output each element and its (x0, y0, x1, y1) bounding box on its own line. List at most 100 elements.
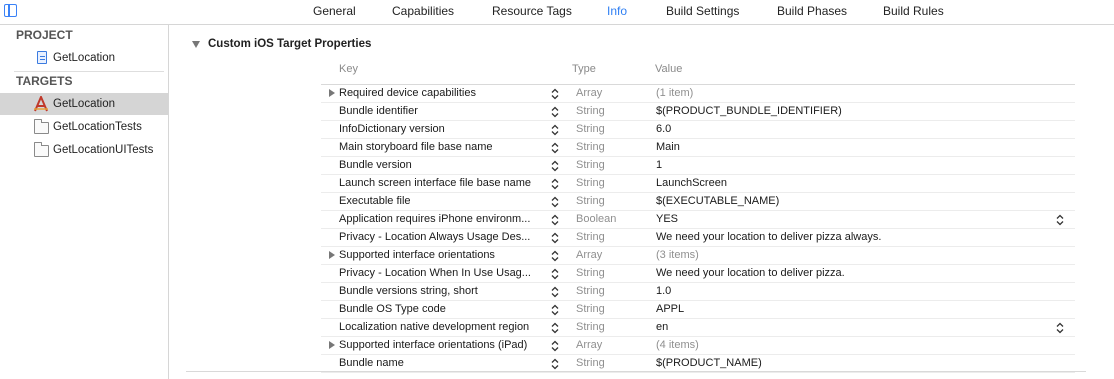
plist-row[interactable]: Required device capabilities Array (1 item… (321, 85, 1075, 103)
tab-build-rules[interactable]: Build Rules (883, 4, 944, 18)
plist-value[interactable]: 6.0 (656, 123, 671, 135)
plist-value[interactable]: $(EXECUTABLE_NAME) (656, 195, 779, 207)
plist-key[interactable]: Bundle version (339, 159, 549, 171)
key-popup-chevron-icon[interactable] (551, 178, 559, 190)
plist-value[interactable]: We need your location to deliver pizza a… (656, 231, 881, 243)
plist-key[interactable]: Application requires iPhone environm... (339, 213, 549, 225)
tab-general[interactable]: General (313, 4, 356, 18)
key-popup-chevron-icon[interactable] (551, 268, 559, 280)
tab-build-phases[interactable]: Build Phases (777, 4, 847, 18)
tab-build-settings[interactable]: Build Settings (666, 4, 739, 18)
plist-value[interactable]: YES (656, 213, 678, 225)
key-popup-chevron-icon[interactable] (551, 106, 559, 118)
plist-type[interactable]: Array (576, 339, 602, 351)
plist-key[interactable]: Bundle OS Type code (339, 303, 549, 315)
plist-row[interactable]: InfoDictionary version String 6.0 (321, 121, 1075, 139)
plist-row[interactable]: Bundle identifier String $(PRODUCT_BUNDLE_… (321, 103, 1075, 121)
plist-type[interactable]: String (576, 105, 605, 117)
plist-row[interactable]: Main storyboard file base name String Main (321, 139, 1075, 157)
plist-type[interactable]: String (576, 195, 605, 207)
tab-resource-tags[interactable]: Resource Tags (492, 4, 572, 18)
plist-value[interactable]: 1.0 (656, 285, 671, 297)
plist-key[interactable]: Supported interface orientations (339, 249, 549, 261)
sidebar-item-target-getlocationuitests[interactable]: GetLocationUITests (0, 139, 168, 161)
plist-row[interactable]: Supported interface orientations (iPad) A… (321, 337, 1075, 355)
plist-type[interactable]: String (576, 159, 605, 171)
plist-value[interactable]: We need your location to deliver pizza. (656, 267, 845, 279)
sidebar-item-project-getlocation[interactable]: GetLocation (0, 47, 168, 69)
plist-value[interactable]: (1 item) (656, 87, 693, 99)
plist-value[interactable]: LaunchScreen (656, 177, 727, 189)
sidebar-item-target-getlocationtests[interactable]: GetLocationTests (0, 116, 168, 138)
plist-row[interactable]: Executable file String $(EXECUTABLE_NAME) (321, 193, 1075, 211)
plist-key[interactable]: Bundle name (339, 357, 549, 369)
value-popup-chevron-icon[interactable] (1056, 322, 1064, 334)
plist-key[interactable]: Bundle versions string, short (339, 285, 549, 297)
disclosure-triangle-icon[interactable] (329, 251, 335, 259)
plist-type[interactable]: String (576, 321, 605, 333)
plist-row[interactable]: Bundle versions string, short String 1.0 (321, 283, 1075, 301)
plist-type[interactable]: String (576, 177, 605, 189)
tab-capabilities[interactable]: Capabilities (392, 4, 454, 18)
key-popup-chevron-icon[interactable] (551, 160, 559, 172)
key-popup-chevron-icon[interactable] (551, 124, 559, 136)
key-popup-chevron-icon[interactable] (551, 196, 559, 208)
key-popup-chevron-icon[interactable] (551, 304, 559, 316)
key-popup-chevron-icon[interactable] (551, 358, 559, 370)
plist-value[interactable]: APPL (656, 303, 684, 315)
plist-value[interactable]: Main (656, 141, 680, 153)
plist-type[interactable]: String (576, 285, 605, 297)
plist-key[interactable]: Privacy - Location When In Use Usag... (339, 267, 549, 279)
plist-type[interactable]: Array (576, 87, 602, 99)
plist-value[interactable]: (3 items) (656, 249, 699, 261)
plist-value[interactable]: $(PRODUCT_BUNDLE_IDENTIFIER) (656, 105, 842, 117)
key-popup-chevron-icon[interactable] (551, 142, 559, 154)
plist-row[interactable]: Privacy - Location Always Usage Des... St… (321, 229, 1075, 247)
disclosure-triangle-icon[interactable] (329, 341, 335, 349)
plist-row[interactable]: Application requires iPhone environm... B… (321, 211, 1075, 229)
plist-key[interactable]: Executable file (339, 195, 549, 207)
key-popup-chevron-icon[interactable] (551, 340, 559, 352)
plist-type[interactable]: String (576, 303, 605, 315)
plist-value[interactable]: (4 items) (656, 339, 699, 351)
plist-key[interactable]: Main storyboard file base name (339, 141, 549, 153)
plist-type[interactable]: Array (576, 249, 602, 261)
sidebar-item-target-getlocation[interactable]: GetLocation (0, 93, 168, 115)
navigator-toggle-icon[interactable] (4, 4, 17, 17)
plist-row[interactable]: Localization native development region St… (321, 319, 1075, 337)
column-header-value[interactable]: Value (655, 63, 682, 75)
plist-type[interactable]: String (576, 267, 605, 279)
plist-key[interactable]: Required device capabilities (339, 87, 549, 99)
plist-row[interactable]: Launch screen interface file base name St… (321, 175, 1075, 193)
plist-key[interactable]: InfoDictionary version (339, 123, 549, 135)
plist-key[interactable]: Bundle identifier (339, 105, 549, 117)
section-title-custom-properties[interactable]: Custom iOS Target Properties (208, 38, 371, 50)
plist-key[interactable]: Supported interface orientations (iPad) (339, 339, 549, 351)
plist-row[interactable]: Bundle OS Type code String APPL (321, 301, 1075, 319)
plist-type[interactable]: String (576, 141, 605, 153)
plist-type[interactable]: String (576, 231, 605, 243)
plist-value[interactable]: $(PRODUCT_NAME) (656, 357, 762, 369)
key-popup-chevron-icon[interactable] (551, 232, 559, 244)
plist-key[interactable]: Launch screen interface file base name (339, 177, 549, 189)
key-popup-chevron-icon[interactable] (551, 250, 559, 262)
plist-type[interactable]: String (576, 357, 605, 369)
plist-value[interactable]: en (656, 321, 668, 333)
tab-info[interactable]: Info (607, 4, 627, 18)
plist-key[interactable]: Localization native development region (339, 321, 549, 333)
plist-key[interactable]: Privacy - Location Always Usage Des... (339, 231, 549, 243)
plist-row[interactable]: Supported interface orientations Array (3 … (321, 247, 1075, 265)
key-popup-chevron-icon[interactable] (551, 88, 559, 100)
plist-type[interactable]: Boolean (576, 213, 616, 225)
plist-value[interactable]: 1 (656, 159, 662, 171)
section-disclosure-triangle-icon[interactable] (192, 41, 200, 48)
column-header-type[interactable]: Type (572, 63, 596, 75)
plist-row[interactable]: Bundle version String 1 (321, 157, 1075, 175)
key-popup-chevron-icon[interactable] (551, 322, 559, 334)
key-popup-chevron-icon[interactable] (551, 286, 559, 298)
disclosure-triangle-icon[interactable] (329, 89, 335, 97)
plist-type[interactable]: String (576, 123, 605, 135)
column-header-key[interactable]: Key (339, 63, 358, 75)
value-popup-chevron-icon[interactable] (1056, 214, 1064, 226)
plist-row[interactable]: Privacy - Location When In Use Usag... St… (321, 265, 1075, 283)
